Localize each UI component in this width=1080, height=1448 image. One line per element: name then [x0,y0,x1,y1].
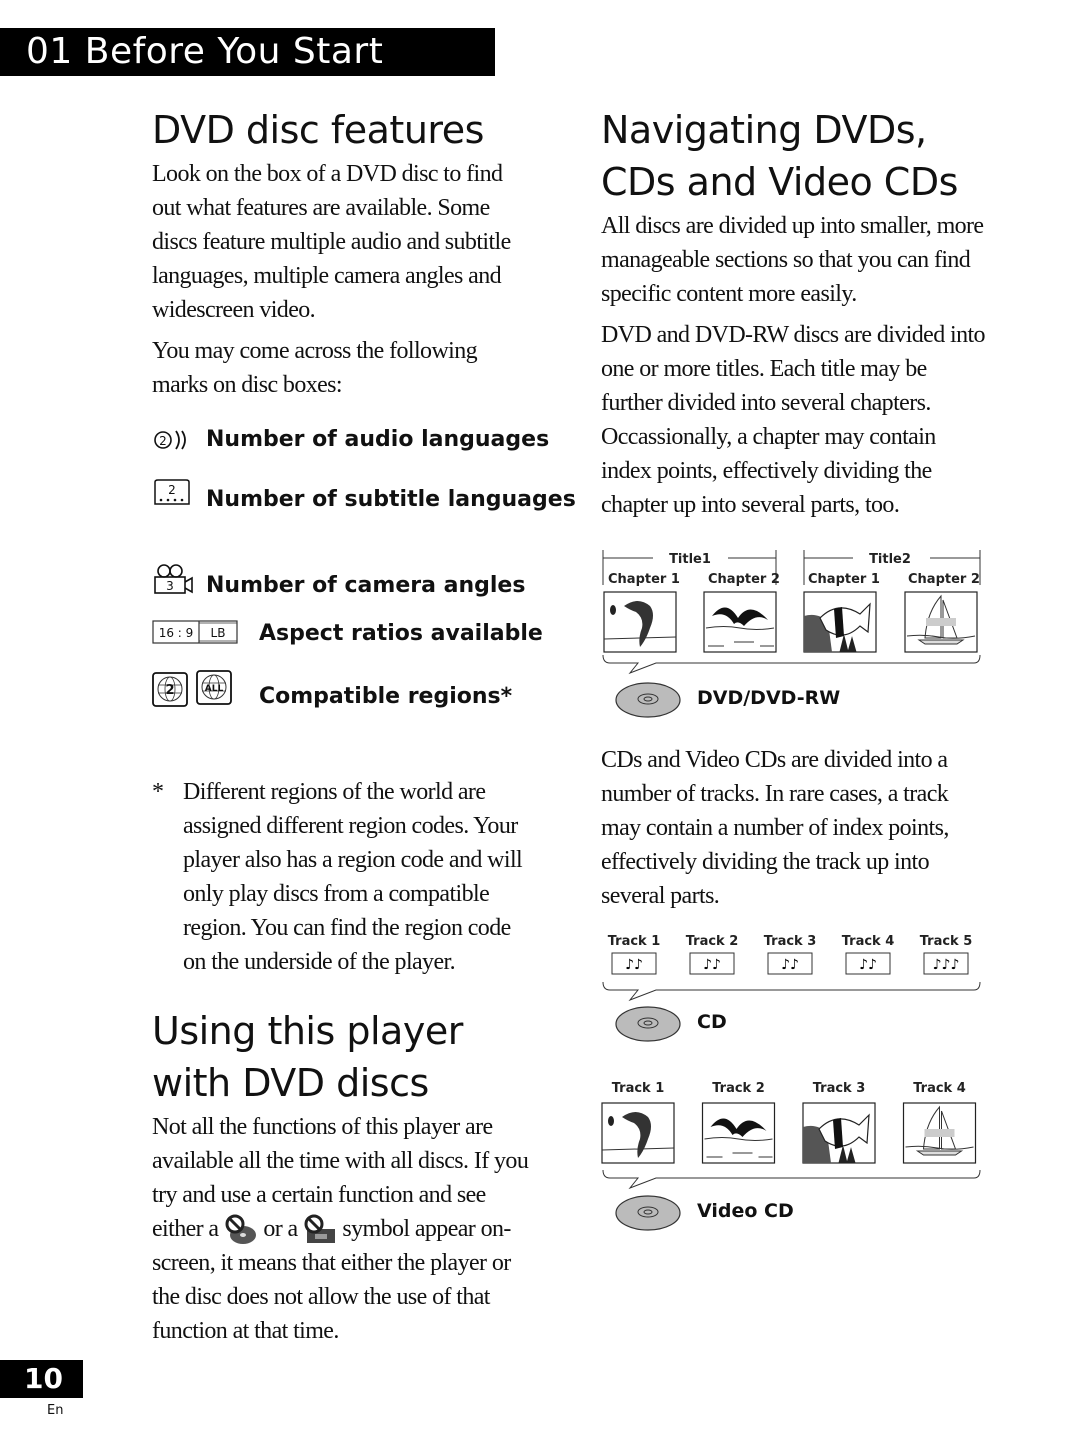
audio-languages-icon: 2 [154,430,186,450]
music-notes-icon: ♪♪ [625,957,643,973]
mark-audio-languages: 2 Number of audio languages [152,426,549,454]
title-1-chapter-1-label: Chapter 1 [608,572,680,587]
fish-thumbnail [803,591,877,653]
using-player-heading: Using this player with DVD discs [152,1009,463,1105]
aspect-ratio-value: 16 : 9 [159,626,194,640]
bird-thumbnail [701,1102,776,1164]
footnote-text: Different regions of the world are assig… [183,779,523,975]
cd-disc-icon [615,1006,681,1042]
using-player-text: Not all the functions of this player are… [152,1110,532,1348]
footnote-marker: * [152,779,164,805]
mark-camera-angles: 3 Number of camera angles [152,563,525,599]
dvd-features-para-1: Look on the box of a DVD disc to find ou… [152,161,511,323]
subtitle-icon-number: 2 [168,483,176,497]
language-label: En [47,1403,64,1418]
mark-label-regions: Compatible regions* [259,684,513,709]
cd-text: CDs and Video CDs are divided into a num… [601,743,986,920]
navigating-heading: Navigating DVDs, CDs and Video CDs [601,108,958,204]
mark-aspect-ratios: 16 : 9 LB Aspect ratios available [152,619,543,647]
navigating-para-1: All discs are divided up into smaller, m… [601,213,984,307]
chapter-header: 01 Before You Start [0,28,495,76]
cd-track-label: Track 5 [920,934,973,949]
subtitle-languages-icon: 2 [154,479,190,505]
mark-label-aspect: Aspect ratios available [259,621,543,646]
dolphin-thumbnail [603,591,677,653]
camera-angles-icon: 3 [154,564,193,594]
title-2-chapter-1-label: Chapter 1 [808,572,880,587]
navigating-para-2: DVD and DVD-RW discs are divided into on… [601,322,986,518]
title-1-chapter-2-label: Chapter 2 [708,572,780,587]
title-2-label: Title2 [869,552,911,567]
region-globe-icon: 2 ALL [152,670,232,707]
cd-structure-diagram: Track 1 ♪♪ Track 2 ♪♪ Track 3 ♪♪ Track 4 ♪♪ Trac… [602,934,981,1002]
mark-label-camera: Number of camera angles [206,573,526,598]
dvd-structure-diagram: Title1 Chapter 1 Chapter 2 Title2 Chapte… [602,550,981,675]
region-footnote: * Different regions of the world are ass… [152,775,532,979]
dvd-features-text: Look on the box of a DVD disc to find ou… [152,157,532,409]
dvd-features-para-2: You may come across the following marks … [152,338,478,398]
vcd-disc-label: Video CD [697,1200,794,1222]
cd-track-label: Track 3 [764,934,817,949]
dvd-disc-label: DVD/DVD-RW [697,687,841,709]
vcd-track-label: Track 1 [612,1081,665,1096]
region-code-value: 2 [165,683,174,698]
fish-thumbnail [802,1102,876,1164]
cd-track-label: Track 1 [608,934,661,949]
vcd-disc-icon [615,1195,681,1231]
music-notes-icon: ♪♪♪ [933,957,960,973]
using-text-middle: or a [263,1216,298,1242]
music-notes-icon: ♪♪ [859,957,877,973]
cd-track-label: Track 4 [842,934,895,949]
navigating-text: All discs are divided up into smaller, m… [601,209,986,529]
aspect-ratio-icon: 16 : 9 LB [152,620,238,644]
dvd-disc-icon [615,682,681,718]
audio-icon-number: 2 [159,434,167,448]
mark-compatible-regions: 2 ALL Compatible regions* [152,670,512,710]
letterbox-value: LB [211,626,226,640]
sailboat-thumbnail [902,1102,977,1164]
sailboat-thumbnail [904,591,978,653]
music-notes-icon: ♪♪ [781,957,799,973]
vcd-structure-diagram: Track 1 Track 2 Track 3 Track 4 [601,1081,981,1190]
music-notes-icon: ♪♪ [703,957,721,973]
mark-label-audio: Number of audio languages [206,427,550,452]
bird-thumbnail [703,591,777,653]
page-number: 10 [0,1360,83,1398]
cd-disc-label: CD [697,1011,727,1033]
title-2-chapter-2-label: Chapter 2 [908,572,980,587]
camera-icon-number: 3 [166,579,174,593]
prohibited-player-icon [304,1214,335,1244]
prohibited-disc-icon [225,1214,256,1245]
cd-track-label: Track 2 [686,934,739,949]
region-all-value: ALL [205,684,224,694]
vcd-track-label: Track 2 [712,1081,765,1096]
dvd-features-heading: DVD disc features [152,108,484,152]
navigating-para-3: CDs and Video CDs are divided into a num… [601,747,949,909]
vcd-track-label: Track 3 [813,1081,866,1096]
title-1-label: Title1 [669,552,711,567]
mark-label-subtitle: Number of subtitle languages [206,487,576,512]
vcd-track-label: Track 4 [913,1081,966,1096]
mark-subtitle-languages: 2 Number of subtitle languages [152,478,576,513]
dolphin-thumbnail [601,1102,675,1164]
